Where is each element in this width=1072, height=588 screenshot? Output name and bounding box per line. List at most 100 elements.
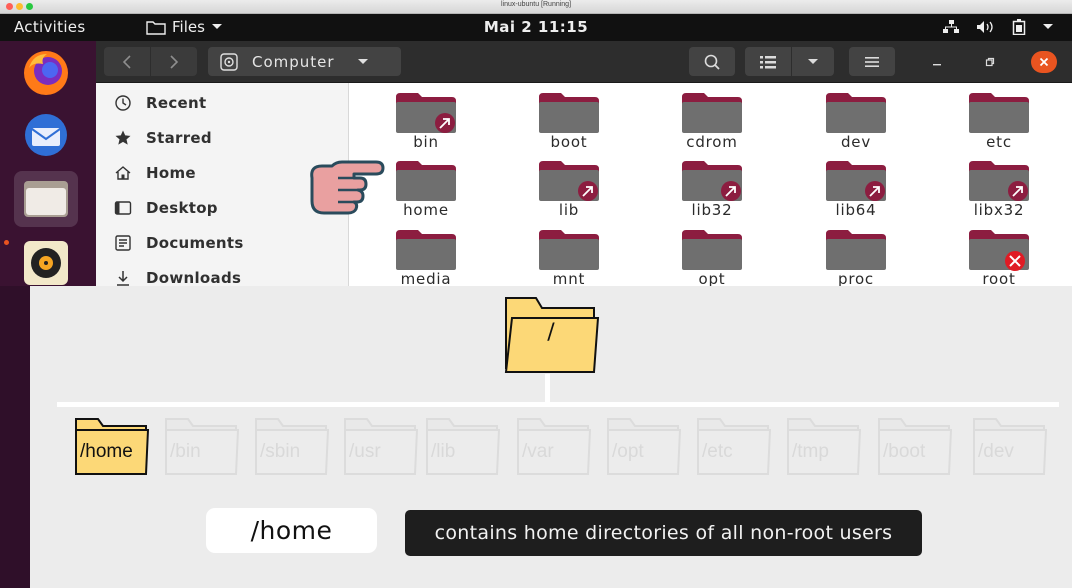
- folder-item[interactable]: opt: [662, 228, 762, 288]
- top-bar: Activities Files Mai 2 11:15: [0, 14, 1072, 41]
- search-button[interactable]: [689, 47, 735, 76]
- system-tray[interactable]: [942, 19, 1054, 35]
- folder-icon: [826, 93, 886, 133]
- folder-icon: [969, 161, 1029, 201]
- subdir-label: /usr: [349, 441, 381, 462]
- hamburger-icon: [865, 56, 879, 67]
- sidebar-item-documents[interactable]: Documents: [114, 234, 244, 252]
- network-icon: [943, 20, 959, 33]
- home-icon: [115, 166, 131, 180]
- subdir-label: /boot: [883, 441, 926, 462]
- sidebar-item-starred[interactable]: Starred: [114, 129, 212, 147]
- dock-thunderbird[interactable]: [14, 107, 78, 163]
- selected-path-pill: /home: [206, 508, 377, 553]
- folder-item[interactable]: proc: [806, 228, 906, 288]
- folder-item[interactable]: libx32: [949, 159, 1049, 219]
- folder-item[interactable]: boot: [519, 91, 619, 151]
- vm-title: linux-ubuntu [Running]: [500, 1, 572, 8]
- sidebar-item-home[interactable]: Home: [114, 164, 196, 182]
- subdir-label: /etc: [702, 441, 733, 462]
- folder-icon: [969, 230, 1029, 271]
- drive-icon: [220, 52, 238, 71]
- minimize-button[interactable]: [927, 53, 947, 71]
- subdir-label: /dev: [978, 441, 1014, 462]
- dock-firefox[interactable]: [14, 45, 78, 101]
- folder-name: boot: [550, 133, 588, 151]
- subdir-label: /opt: [612, 441, 644, 462]
- files-headerbar: Computer: [96, 41, 1072, 83]
- thunderbird-icon: [25, 114, 67, 156]
- forward-button[interactable]: [151, 47, 197, 76]
- folder-name: lib: [558, 201, 580, 219]
- dock-files[interactable]: [14, 171, 78, 227]
- folder-item[interactable]: cdrom: [662, 91, 762, 151]
- close-button[interactable]: [1031, 51, 1057, 73]
- folder-name: home: [403, 201, 449, 219]
- battery-icon: [1012, 19, 1026, 35]
- menu-button[interactable]: [849, 47, 895, 76]
- clock[interactable]: Mai 2 11:15: [0, 18, 1072, 36]
- desktop-icon: [114, 201, 132, 215]
- folder-icon: [539, 161, 599, 201]
- folder-item[interactable]: etc: [949, 91, 1049, 151]
- volume-icon: [977, 21, 993, 33]
- folder-icon: [682, 93, 742, 133]
- clock-icon: [115, 95, 131, 111]
- folder-item[interactable]: media: [376, 228, 476, 288]
- folder-item[interactable]: lib: [519, 159, 619, 219]
- subdir-label: /tmp: [792, 441, 829, 462]
- root-label: /: [547, 320, 555, 345]
- folder-icon: [969, 93, 1029, 133]
- sidebar-item-label: Recent: [146, 94, 207, 112]
- sidebar-item-label: Desktop: [146, 199, 218, 217]
- subdir-label: /lib: [431, 441, 456, 462]
- subdir-label: /bin: [170, 441, 201, 462]
- tree-connector: [545, 374, 550, 404]
- subdir-label: /var: [522, 441, 554, 462]
- folder-icon: [396, 230, 456, 270]
- restore-button[interactable]: [980, 53, 1000, 71]
- firefox-icon: [24, 51, 68, 95]
- documents-icon: [115, 235, 131, 251]
- running-indicator: [4, 240, 9, 245]
- directory-tree-diagram: / /home/bin/sbin/usr/lib/var/opt/etc/tmp…: [30, 286, 1072, 588]
- view-options-button[interactable]: [792, 47, 834, 76]
- dock-lower: [0, 286, 30, 588]
- folder-item[interactable]: lib32: [662, 159, 762, 219]
- folder-icon: [682, 161, 742, 201]
- sidebar-item-downloads[interactable]: Downloads: [114, 269, 241, 287]
- sidebar-item-desktop[interactable]: Desktop: [114, 199, 218, 217]
- dock-rhythmbox[interactable]: [14, 235, 78, 291]
- back-button[interactable]: [104, 47, 150, 76]
- folder-item[interactable]: root: [949, 228, 1049, 288]
- folder-item[interactable]: lib64: [806, 159, 906, 219]
- chevron-left-icon: [122, 54, 131, 69]
- sidebar-item-recent[interactable]: Recent: [114, 94, 206, 112]
- folder-name: lib32: [691, 201, 733, 219]
- location-button[interactable]: Computer: [208, 47, 401, 76]
- view-list-button[interactable]: [745, 47, 791, 76]
- close-icon: [1039, 57, 1049, 67]
- folder-icon: [539, 93, 599, 133]
- chevron-down-icon: [808, 58, 818, 64]
- sidebar-item-label: Downloads: [146, 269, 242, 287]
- description-caption: contains home directories of all non-roo…: [405, 510, 922, 556]
- folder-icon: [826, 230, 886, 270]
- folder-item[interactable]: bin: [376, 91, 476, 151]
- folder-icon: [396, 93, 456, 133]
- file-grid: bin boot cdrom dev etc home lib lib32 lib64 libx3…: [348, 83, 1072, 293]
- chevron-down-icon: [357, 58, 368, 64]
- folder-name: bin: [413, 133, 439, 151]
- folder-item[interactable]: home: [376, 159, 476, 219]
- folder-icon: [682, 230, 742, 270]
- folder-icon: [539, 230, 599, 270]
- folder-name: dev: [840, 133, 872, 151]
- search-icon: [704, 54, 720, 70]
- folder-item[interactable]: dev: [806, 91, 906, 151]
- files-icon: [24, 181, 68, 217]
- restore-icon: [985, 57, 995, 67]
- folder-name: cdrom: [686, 133, 738, 151]
- pointing-hand-icon: [310, 160, 385, 215]
- tree-branch-line: [57, 402, 1059, 407]
- folder-item[interactable]: mnt: [519, 228, 619, 288]
